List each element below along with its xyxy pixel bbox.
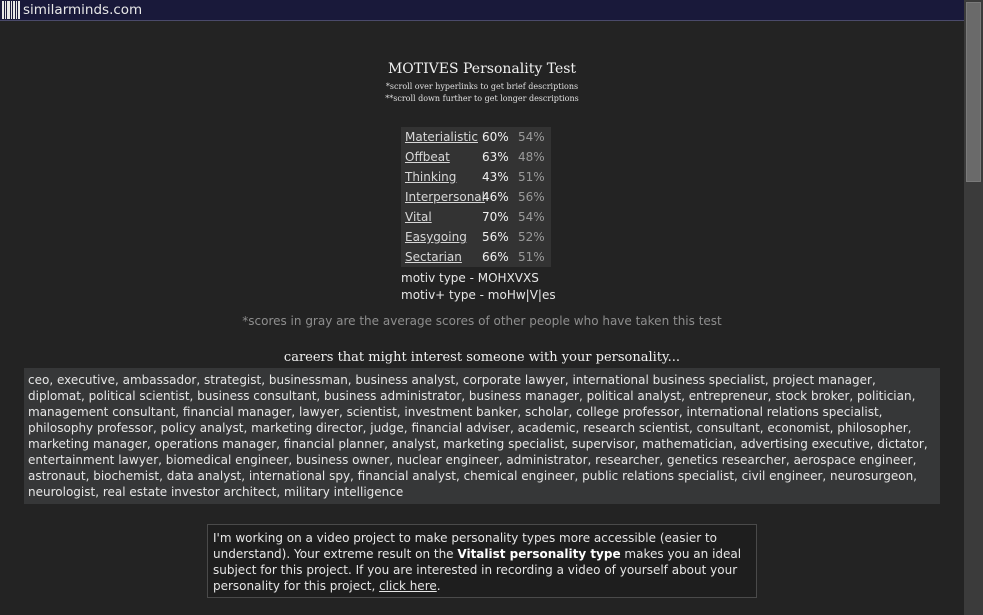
trait-average: 51% <box>518 170 545 184</box>
site-name[interactable]: similarminds.com <box>23 2 142 18</box>
site-header-bar: similarminds.com <box>0 0 964 21</box>
click-here-link[interactable]: click here <box>379 579 437 593</box>
trait-link[interactable]: Vital <box>401 210 482 224</box>
motiv-type: motiv type - MOHXVXS <box>401 271 539 285</box>
page-title: MOTIVES Personality Test <box>387 61 577 77</box>
trait-average: 56% <box>518 190 545 204</box>
hover-note: *scroll over hyperlinks to get brief des… <box>385 82 579 91</box>
trait-score: 66% <box>482 250 509 264</box>
trait-average: 52% <box>518 230 545 244</box>
promo-text: . <box>436 579 441 593</box>
trait-score: 43% <box>482 170 509 184</box>
trait-link[interactable]: Offbeat <box>401 150 482 164</box>
video-project-notice: I'm working on a video project to make p… <box>207 524 757 598</box>
table-row: Materialistic 60% 54% <box>401 127 551 147</box>
trait-link[interactable]: Interpersonal <box>401 190 485 204</box>
table-row: Easygoing 56% 52% <box>401 227 551 247</box>
trait-score: 46% <box>482 190 509 204</box>
vertical-scrollbar[interactable] <box>964 0 983 615</box>
average-scores-note: *scores in gray are the average scores o… <box>242 314 722 328</box>
scrollbar-thumb[interactable] <box>966 2 981 182</box>
trait-link[interactable]: Materialistic <box>401 130 482 144</box>
scroll-note: **scroll down further to get longer desc… <box>385 94 579 103</box>
promo-personality-type: Vitalist personality type <box>457 547 621 561</box>
trait-link[interactable]: Sectarian <box>401 250 482 264</box>
trait-average: 54% <box>518 130 545 144</box>
barcode-logo-icon <box>2 1 20 19</box>
trait-score: 63% <box>482 150 509 164</box>
trait-link[interactable]: Easygoing <box>401 230 482 244</box>
table-row: Thinking 43% 51% <box>401 167 551 187</box>
trait-score: 56% <box>482 230 509 244</box>
careers-list: ceo, executive, ambassador, strategist, … <box>24 368 940 504</box>
scores-table: Materialistic 60% 54% Offbeat 63% 48% Th… <box>401 127 551 267</box>
motiv-plus-type: motiv+ type - moHw|V|es <box>401 288 556 302</box>
table-row: Sectarian 66% 51% <box>401 247 551 267</box>
trait-score: 60% <box>482 130 509 144</box>
table-row: Offbeat 63% 48% <box>401 147 551 167</box>
trait-score: 70% <box>482 210 509 224</box>
table-row: Vital 70% 54% <box>401 207 551 227</box>
table-row: Interpersonal 46% 56% <box>401 187 551 207</box>
careers-heading: careers that might interest someone with… <box>283 350 681 365</box>
trait-average: 48% <box>518 150 545 164</box>
trait-link[interactable]: Thinking <box>401 170 482 184</box>
trait-average: 54% <box>518 210 545 224</box>
trait-average: 51% <box>518 250 545 264</box>
